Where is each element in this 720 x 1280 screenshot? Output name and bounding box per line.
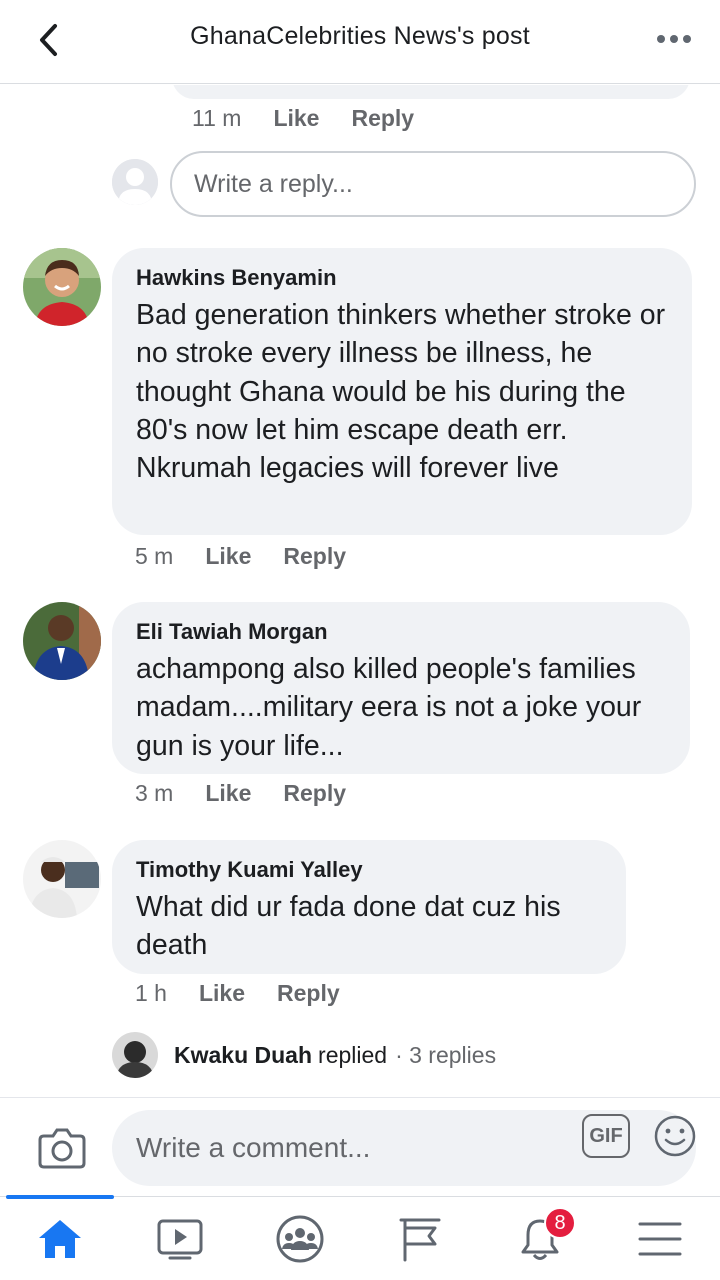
notification-badge: 8	[544, 1207, 576, 1239]
comments-feed[interactable]: 11 m Like Reply Write a reply... Hawkins…	[0, 85, 720, 1097]
user-avatar	[112, 159, 158, 205]
previous-comment-bubble	[172, 85, 690, 99]
home-icon	[39, 1220, 81, 1258]
previous-comment-actions: 11 m Like Reply	[192, 105, 414, 132]
comment-time: 1 h	[135, 980, 167, 1006]
comment-actions: 5 m Like Reply	[135, 543, 346, 570]
tab-home[interactable]	[0, 1195, 120, 1280]
comment-text: What did ur fada done dat cuz his death	[136, 891, 561, 962]
comment-bubble[interactable]: Timothy Kuami Yalley What did ur fada do…	[112, 840, 626, 974]
view-replies-link[interactable]: Kwaku Duah replied · 3 replies	[112, 1031, 496, 1079]
page-title: GhanaCelebrities News's post	[190, 22, 530, 50]
reply-composer: Write a reply...	[112, 151, 702, 217]
camera-button[interactable]	[36, 1124, 88, 1172]
hamburger-menu-icon	[638, 1222, 682, 1256]
like-button[interactable]: Like	[199, 980, 245, 1007]
profile-photo-icon	[112, 1032, 158, 1078]
comment-author[interactable]: Timothy Kuami Yalley	[136, 856, 602, 884]
default-profile-icon	[112, 159, 158, 205]
comment-time: 5 m	[135, 543, 174, 569]
more-horizontal-icon	[657, 35, 691, 43]
comment-author[interactable]: Hawkins Benyamin	[136, 264, 668, 292]
top-bar: GhanaCelebrities News's post	[0, 0, 720, 84]
avatar[interactable]	[23, 248, 101, 326]
video-icon	[157, 1219, 203, 1260]
flag-icon	[399, 1218, 441, 1262]
profile-photo-icon	[23, 840, 101, 918]
reply-button[interactable]: Reply	[277, 980, 340, 1007]
reply-button[interactable]: Reply	[351, 105, 414, 132]
tab-menu[interactable]	[600, 1197, 720, 1280]
comment-bubble[interactable]: Hawkins Benyamin Bad generation thinkers…	[112, 248, 692, 535]
reply-count: · 3 replies	[395, 1041, 497, 1068]
reply-placeholder: Write a reply...	[194, 169, 353, 198]
like-button[interactable]: Like	[205, 543, 251, 570]
smiley-icon	[654, 1115, 696, 1157]
replied-label: replied	[318, 1041, 388, 1068]
like-button[interactable]: Like	[205, 780, 251, 807]
tab-notifications[interactable]: 8	[480, 1197, 600, 1280]
comment-placeholder: Write a comment...	[136, 1132, 371, 1163]
comment-actions: 3 m Like Reply	[135, 780, 346, 807]
camera-icon	[38, 1128, 86, 1169]
profile-photo-icon	[23, 248, 101, 326]
bottom-tab-bar: 8	[0, 1195, 720, 1280]
gif-label: GIF	[589, 1124, 623, 1147]
tab-pages[interactable]	[360, 1197, 480, 1280]
reply-input[interactable]: Write a reply...	[170, 151, 696, 217]
comment-composer: Write a comment... GIF	[0, 1097, 720, 1197]
avatar[interactable]	[23, 602, 101, 680]
comment-time: 11 m	[192, 105, 242, 131]
reply-button[interactable]: Reply	[283, 780, 346, 807]
avatar[interactable]	[23, 840, 101, 918]
reply-button[interactable]: Reply	[283, 543, 346, 570]
comment-text: achampong also killed people's families …	[136, 653, 642, 762]
comment-actions: 1 h Like Reply	[135, 980, 340, 1007]
comment-time: 3 m	[135, 780, 174, 806]
active-tab-indicator	[6, 1195, 114, 1199]
comment-text: Bad generation thinkers whether stroke o…	[136, 299, 666, 485]
gif-button[interactable]: GIF	[582, 1114, 630, 1158]
groups-icon	[276, 1215, 324, 1263]
comment-author[interactable]: Eli Tawiah Morgan	[136, 618, 666, 646]
comment-bubble[interactable]: Eli Tawiah Morgan achampong also killed …	[112, 602, 690, 774]
like-button[interactable]: Like	[273, 105, 319, 132]
emoji-button[interactable]	[654, 1115, 696, 1157]
profile-photo-icon	[23, 602, 101, 680]
tab-groups[interactable]	[240, 1197, 360, 1280]
more-options-button[interactable]	[652, 22, 696, 56]
replier-name: Kwaku Duah	[174, 1041, 313, 1068]
avatar	[112, 1032, 158, 1078]
tab-watch[interactable]	[120, 1197, 240, 1280]
